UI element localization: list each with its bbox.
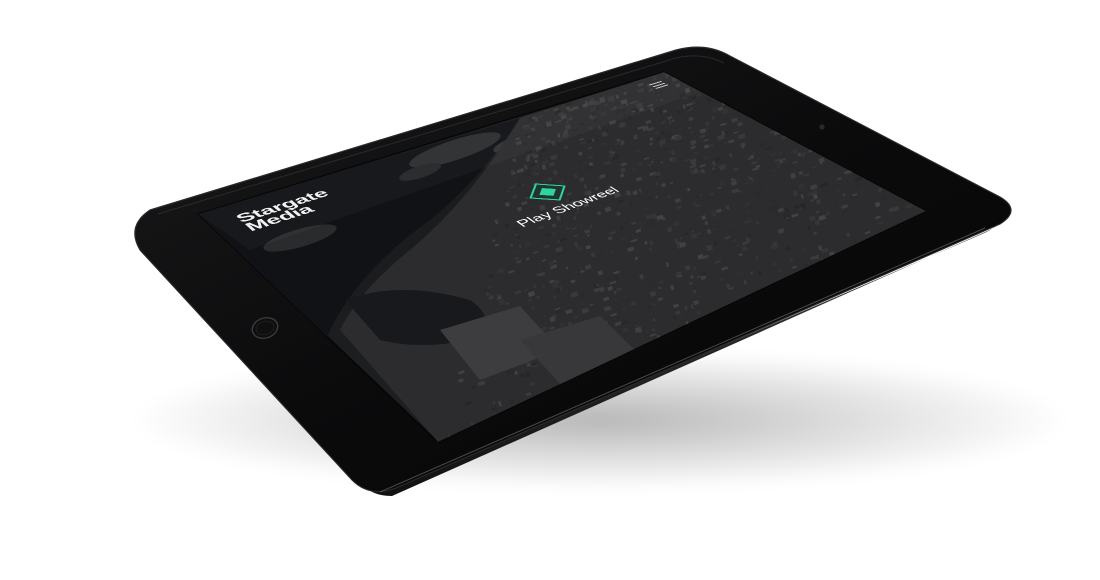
play-diamond-icon[interactable] <box>529 183 566 201</box>
product-shot: Stargate Media Play Showreel <box>0 0 1100 580</box>
hamburger-menu-icon[interactable] <box>649 81 669 89</box>
camera-icon <box>819 124 825 130</box>
play-showreel-label[interactable]: Play Showreel <box>476 173 654 242</box>
